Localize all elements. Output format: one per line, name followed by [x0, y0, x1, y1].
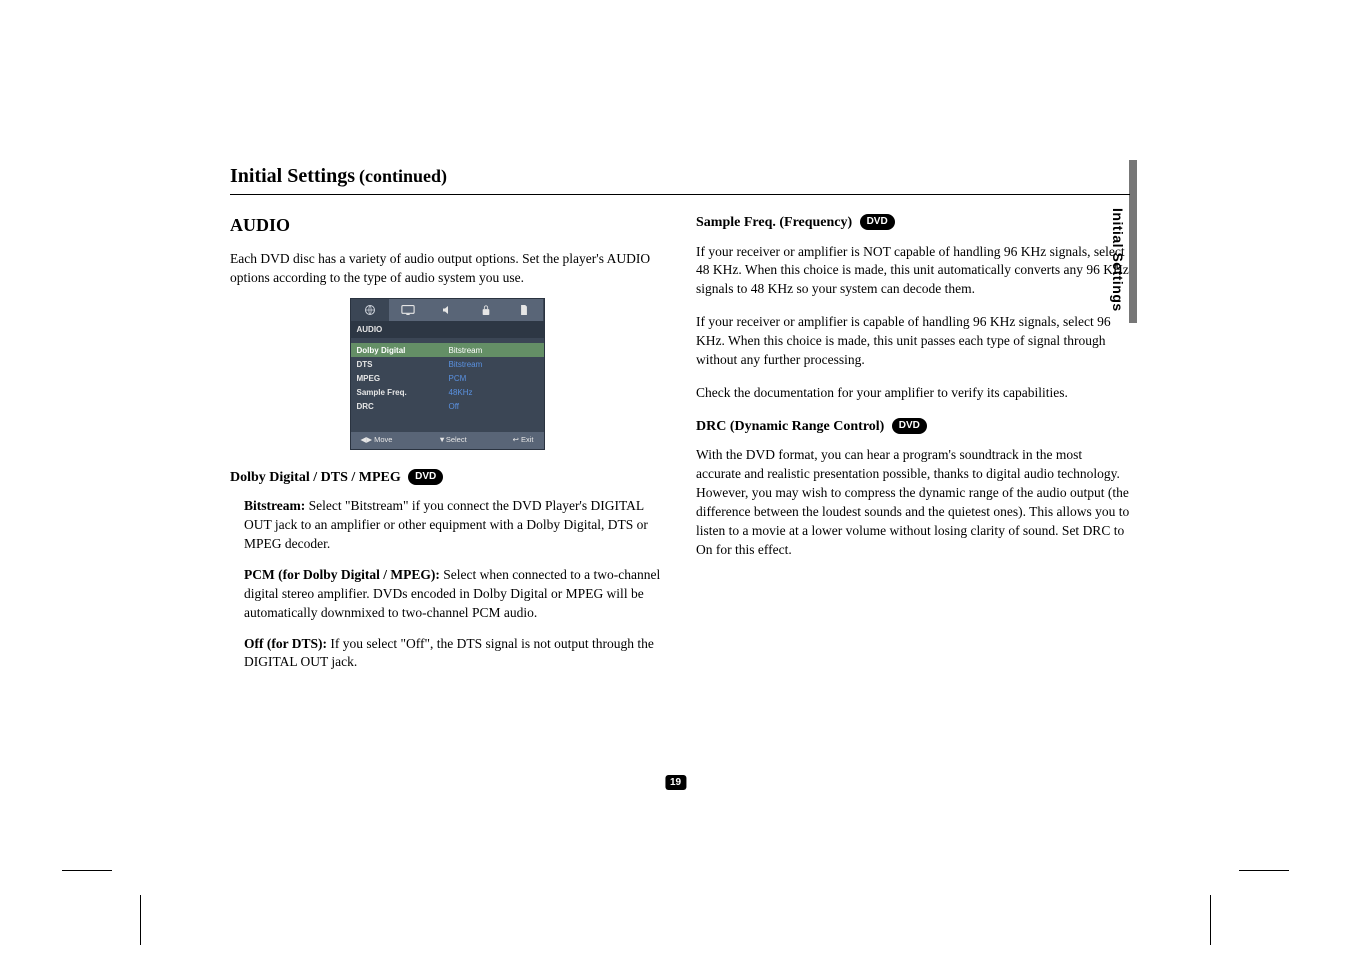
left-column: AUDIO Each DVD disc has a variety of aud… [230, 213, 664, 684]
label-off-dts: Off (for DTS): [244, 636, 327, 651]
osd-footer: ◀▶ Move ▼Select ↩ Exit [351, 432, 544, 449]
page-number: 19 [665, 775, 686, 790]
para-bitstream: Bitstream: Select "Bitstream" if you con… [244, 497, 664, 554]
label-bitstream: Bitstream: [244, 498, 305, 513]
dvd-badge: DVD [860, 214, 895, 230]
label-pcm: PCM (for Dolby Digital / MPEG): [244, 567, 440, 582]
globe-icon [364, 304, 376, 316]
subheading-sample-freq: Sample Freq. (Frequency) DVD [696, 213, 1130, 233]
osd-footer-move: ◀▶ Move [361, 435, 393, 446]
page-icon [519, 304, 529, 316]
crop-mark [1210, 895, 1211, 945]
subheading-dolby-dts-mpeg: Dolby Digital / DTS / MPEG DVD [230, 468, 664, 488]
audio-intro: Each DVD disc has a variety of audio out… [230, 250, 664, 288]
section-continued: (continued) [359, 166, 447, 186]
crop-mark [1239, 870, 1289, 871]
osd-tab-audio [428, 299, 467, 321]
osd-audio-panel: AUDIO Dolby Digital Bitstream DTS Bitstr… [350, 298, 545, 450]
subheading-text: Sample Freq. (Frequency) [696, 215, 852, 230]
subheading-text: Dolby Digital / DTS / MPEG [230, 470, 401, 485]
osd-row-drc: DRC Off [351, 400, 544, 414]
osd-panel-title: AUDIO [351, 321, 544, 338]
crop-mark [62, 870, 112, 871]
para-drc: With the DVD format, you can hear a prog… [696, 446, 1130, 559]
osd-tabs [351, 299, 544, 321]
speaker-icon [441, 304, 453, 316]
page-edge-bar [1129, 160, 1137, 323]
para-sf-96: If your receiver or amplifier is capable… [696, 313, 1130, 370]
osd-value: Bitstream [449, 345, 483, 356]
para-sf-check: Check the documentation for your amplifi… [696, 384, 1130, 403]
osd-label: DTS [357, 359, 449, 370]
osd-footer-exit: ↩ Exit [513, 435, 534, 446]
dvd-badge: DVD [892, 418, 927, 434]
osd-row-sample: Sample Freq. 48KHz [351, 386, 544, 400]
osd-tab-display [389, 299, 428, 321]
subheading-drc: DRC (Dynamic Range Control) DVD [696, 417, 1130, 437]
section-title-row: Initial Settings (continued) [230, 165, 1130, 195]
para-sf-48: If your receiver or amplifier is NOT cap… [696, 243, 1130, 300]
page-content: Initial Settings (continued) AUDIO Each … [230, 165, 1130, 684]
audio-heading: AUDIO [230, 213, 664, 238]
osd-label: Sample Freq. [357, 387, 449, 398]
text-bitstream: Select "Bitstream" if you connect the DV… [244, 498, 648, 551]
osd-value: 48KHz [449, 387, 473, 398]
dvd-badge: DVD [408, 469, 443, 485]
para-off-dts: Off (for DTS): If you select "Off", the … [244, 635, 664, 673]
section-title: Initial Settings [230, 165, 355, 187]
osd-value: Bitstream [449, 359, 483, 370]
para-pcm: PCM (for Dolby Digital / MPEG): Select w… [244, 566, 664, 623]
subheading-text: DRC (Dynamic Range Control) [696, 419, 884, 434]
crop-mark [140, 895, 141, 945]
display-icon [401, 305, 415, 315]
osd-items: Dolby Digital Bitstream DTS Bitstream MP… [351, 338, 544, 432]
osd-row-dts: DTS Bitstream [351, 357, 544, 371]
right-column: Sample Freq. (Frequency) DVD If your rec… [696, 213, 1130, 684]
osd-row-mpeg: MPEG PCM [351, 372, 544, 386]
osd-value: Off [449, 401, 460, 412]
osd-footer-select: ▼Select [438, 435, 466, 446]
osd-value: PCM [449, 373, 467, 384]
osd-tab-other [505, 299, 544, 321]
osd-tab-lock [466, 299, 505, 321]
osd-row-dolby: Dolby Digital Bitstream [351, 343, 544, 357]
osd-label: Dolby Digital [357, 345, 449, 356]
osd-label: DRC [357, 401, 449, 412]
osd-label: MPEG [357, 373, 449, 384]
osd-tab-language [351, 299, 390, 321]
lock-icon [481, 304, 491, 316]
